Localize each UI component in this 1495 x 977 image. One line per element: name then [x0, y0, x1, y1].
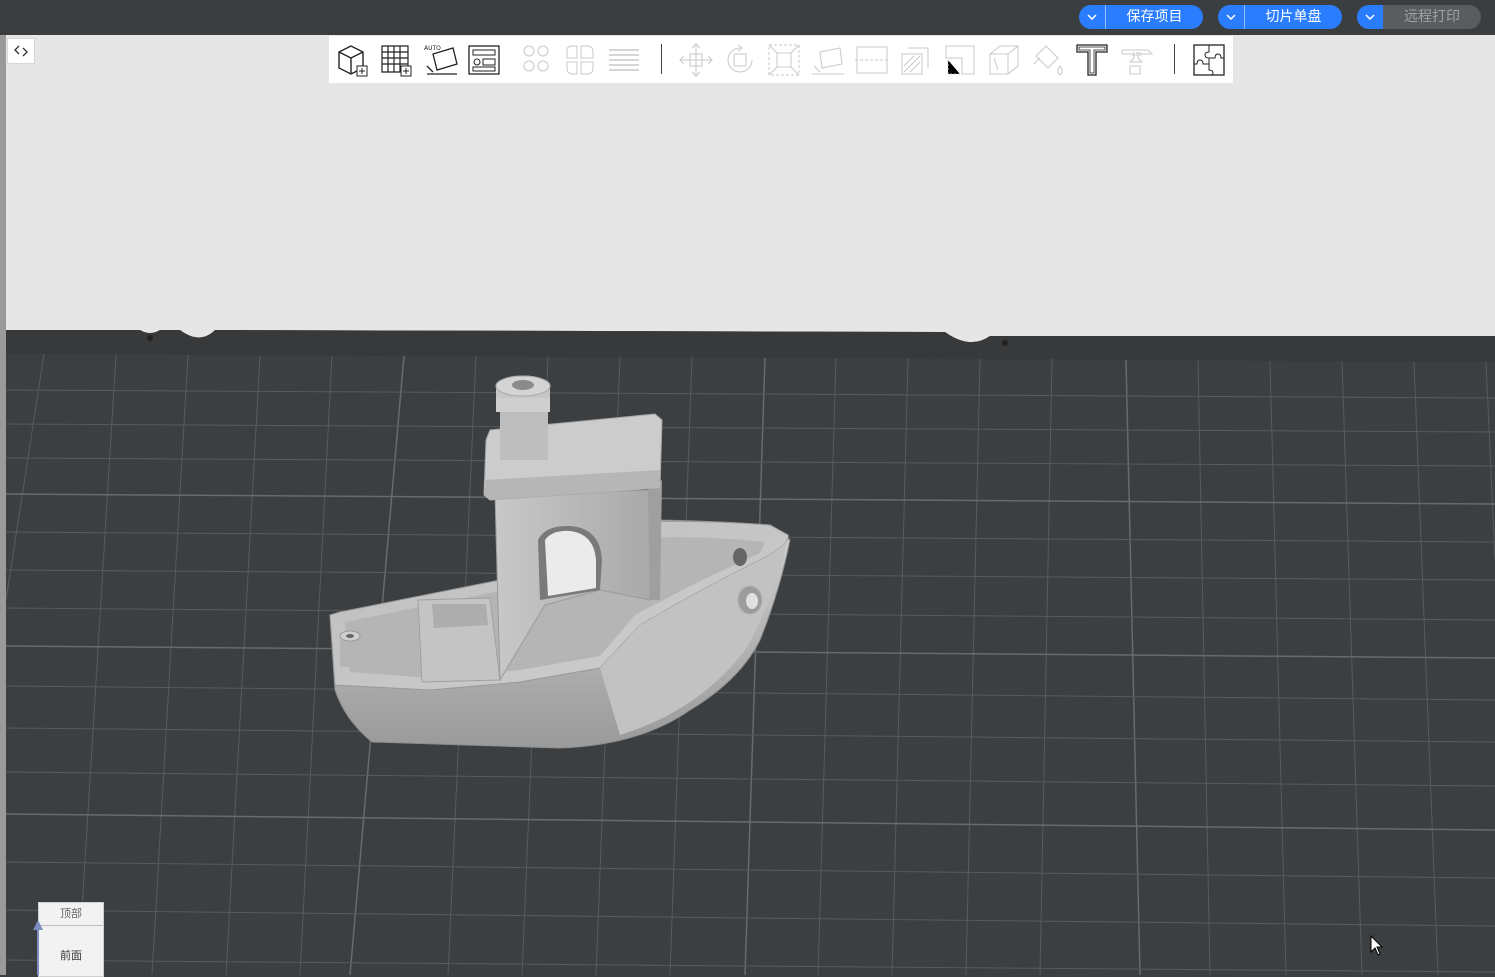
- support-paint-icon[interactable]: [898, 42, 934, 78]
- save-project-button[interactable]: 保存项目: [1079, 5, 1203, 29]
- save-project-label: 保存项目: [1126, 9, 1183, 25]
- puzzle-icon[interactable]: [1191, 42, 1227, 78]
- remote-print-label: 远程打印: [1404, 9, 1460, 25]
- move-icon[interactable]: [678, 42, 714, 78]
- 3d-viewport[interactable]: [0, 35, 1495, 975]
- cut-icon[interactable]: [854, 42, 890, 78]
- left-panel-edge: [0, 35, 6, 975]
- seam-paint-icon[interactable]: [942, 42, 978, 78]
- chevron-down-icon[interactable]: [1079, 5, 1106, 29]
- arrange-icon[interactable]: [467, 42, 503, 78]
- remote-print-button[interactable]: 远程打印: [1357, 5, 1481, 29]
- svg-text:ABC: ABC: [1132, 52, 1143, 58]
- chevron-down-icon[interactable]: [1357, 5, 1383, 29]
- view-cube-top[interactable]: 顶部: [39, 903, 103, 926]
- slice-plate-label: 切片单盘: [1265, 9, 1322, 25]
- toolbar-separator: [661, 44, 662, 74]
- lay-on-face-icon[interactable]: [810, 42, 846, 78]
- slice-plate-button[interactable]: 切片单盘: [1218, 5, 1342, 29]
- collapse-arrows-icon: [14, 45, 28, 57]
- chevron-down-icon[interactable]: [1218, 5, 1245, 29]
- assembly-icon[interactable]: ABC: [1118, 42, 1154, 78]
- auto-orient-icon[interactable]: AUTO: [423, 42, 459, 78]
- axis-arrow-icon: [33, 920, 43, 975]
- top-bar: 保存项目 切片单盘 远程打印: [0, 0, 1495, 35]
- split-objects-icon[interactable]: [519, 42, 555, 78]
- add-plate-icon[interactable]: [379, 42, 415, 78]
- mouse-cursor-icon: [1370, 935, 1384, 956]
- expand-sidebar-button[interactable]: [7, 38, 35, 64]
- build-plate-scene[interactable]: [0, 35, 1495, 975]
- measure-icon[interactable]: [986, 42, 1022, 78]
- add-model-icon[interactable]: [335, 42, 371, 78]
- text-icon[interactable]: [1074, 42, 1110, 78]
- split-parts-icon[interactable]: [563, 42, 599, 78]
- view-cube[interactable]: 顶部 前面: [38, 902, 104, 977]
- view-cube-front[interactable]: 前面: [39, 947, 103, 963]
- layers-icon[interactable]: [607, 42, 643, 78]
- toolbar-separator: [1174, 44, 1175, 74]
- svg-text:AUTO: AUTO: [424, 45, 441, 52]
- scale-icon[interactable]: [766, 42, 802, 78]
- main-toolbar: AUTO ABC: [329, 36, 1233, 83]
- color-paint-icon[interactable]: [1030, 42, 1066, 78]
- rotate-icon[interactable]: [722, 42, 758, 78]
